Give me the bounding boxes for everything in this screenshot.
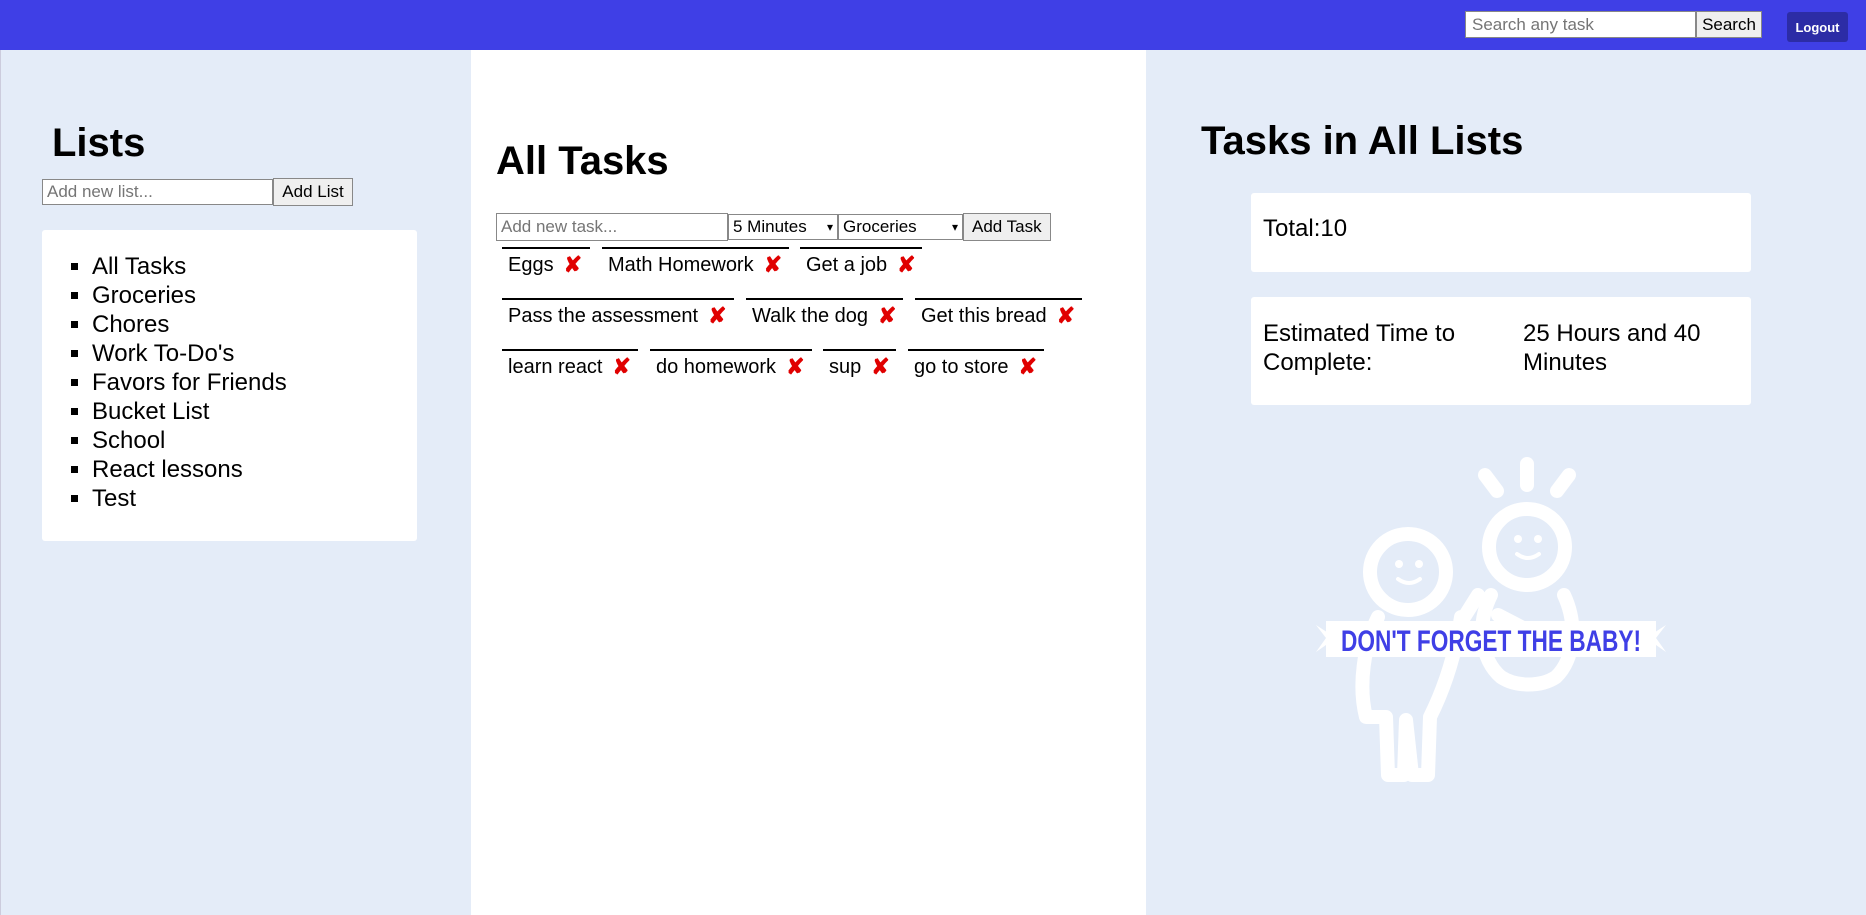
search-button[interactable]: Search	[1696, 11, 1762, 38]
task-label: Pass the assessment	[508, 304, 699, 327]
estimated-time-value: 25 Hours and 40 Minutes	[1523, 320, 1701, 376]
list-select[interactable]: Groceries ▾	[838, 214, 963, 240]
delete-icon[interactable]: ✘	[878, 303, 896, 329]
task-item[interactable]: Eggs ✘	[502, 247, 590, 281]
add-task-button[interactable]: Add Task	[963, 213, 1051, 241]
delete-icon[interactable]: ✘	[708, 303, 726, 329]
task-item[interactable]: Get a job ✘	[800, 247, 922, 281]
list-item-bucket-list[interactable]: Bucket List	[92, 397, 417, 426]
total-count: Total:10	[1263, 215, 1348, 242]
new-task-form: 5 Minutes ▾ Groceries ▾ Add Task	[496, 213, 1051, 242]
lists-title: Lists	[52, 121, 146, 165]
task-label: learn react	[508, 355, 603, 378]
task-label: sup	[829, 355, 862, 378]
lists-menu: All Tasks Groceries Chores Work To-Do's …	[42, 230, 417, 513]
list-item-react-lessons[interactable]: React lessons	[92, 455, 417, 484]
task-item[interactable]: learn react ✘	[502, 349, 638, 383]
delete-icon[interactable]: ✘	[871, 354, 889, 380]
total-card: Total:10	[1251, 193, 1751, 272]
banner-text: DON'T FORGET THE BABY!	[1341, 625, 1641, 658]
delete-icon[interactable]: ✘	[764, 252, 782, 278]
task-label: Math Homework	[608, 253, 754, 276]
page-title: All Tasks	[496, 139, 669, 183]
task-label: Get a job	[806, 253, 888, 276]
delete-icon[interactable]: ✘	[613, 354, 631, 380]
delete-icon[interactable]: ✘	[1057, 303, 1075, 329]
estimated-time-label: Estimated Time to Complete:	[1263, 320, 1456, 376]
summary-panel: Tasks in All Lists Total:10 Estimated Ti…	[1146, 50, 1866, 915]
task-item[interactable]: Walk the dog ✘	[746, 298, 903, 332]
time-select[interactable]: 5 Minutes ▾	[728, 214, 838, 240]
lists-panel: Lists Add List All Tasks Groceries Chore…	[0, 50, 471, 915]
search-input[interactable]	[1465, 11, 1696, 38]
lists-card: All Tasks Groceries Chores Work To-Do's …	[42, 230, 417, 541]
add-list-button[interactable]: Add List	[273, 178, 353, 206]
list-select-value: Groceries	[843, 217, 917, 236]
delete-icon[interactable]: ✘	[564, 252, 582, 278]
task-label: Get this bread	[921, 304, 1047, 327]
task-item[interactable]: Pass the assessment ✘	[502, 298, 734, 332]
list-item-test[interactable]: Test	[92, 484, 417, 513]
new-task-input[interactable]	[496, 213, 728, 241]
top-nav-bar: Search Logout	[0, 0, 1866, 50]
task-item[interactable]: Get this bread ✘	[915, 298, 1082, 332]
tasks-panel: All Tasks 5 Minutes ▾ Groceries ▾ Add Ta…	[471, 50, 1146, 915]
task-label: do homework	[656, 355, 777, 378]
list-item-school[interactable]: School	[92, 426, 417, 455]
list-item-groceries[interactable]: Groceries	[92, 281, 417, 310]
task-item[interactable]: go to store ✘	[908, 349, 1044, 383]
task-label: go to store	[914, 355, 1009, 378]
task-item[interactable]: sup ✘	[823, 349, 896, 383]
task-label: Walk the dog	[752, 304, 868, 327]
logout-button[interactable]: Logout	[1787, 12, 1848, 42]
list-item-work-to-dos[interactable]: Work To-Do's	[92, 339, 417, 368]
time-select-value: 5 Minutes	[733, 217, 807, 236]
list-item-favors-for-friends[interactable]: Favors for Friends	[92, 368, 417, 397]
summary-title: Tasks in All Lists	[1201, 119, 1524, 163]
task-item[interactable]: do homework ✘	[650, 349, 812, 383]
delete-icon[interactable]: ✘	[897, 252, 915, 278]
baby-illustration: DON'T FORGET THE BABY!	[1316, 457, 1666, 782]
chevron-down-icon: ▾	[951, 220, 958, 234]
task-label: Eggs	[508, 253, 554, 276]
list-item-all-tasks[interactable]: All Tasks	[92, 252, 417, 281]
chevron-down-icon: ▾	[826, 220, 833, 234]
new-list-input[interactable]	[42, 179, 273, 205]
delete-icon[interactable]: ✘	[786, 354, 804, 380]
list-item-chores[interactable]: Chores	[92, 310, 417, 339]
task-item[interactable]: Math Homework ✘	[602, 247, 789, 281]
estimated-time-card: Estimated Time to Complete: 25 Hours and…	[1251, 297, 1751, 405]
delete-icon[interactable]: ✘	[1019, 354, 1037, 380]
